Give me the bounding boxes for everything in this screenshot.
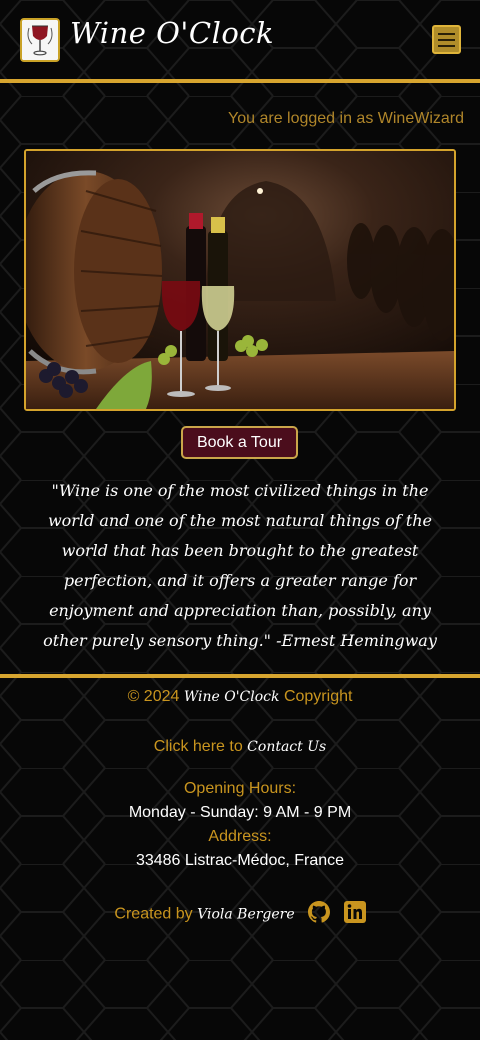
linkedin-link[interactable]	[343, 901, 366, 928]
book-tour-button[interactable]: Book a Tour	[181, 426, 298, 459]
wine-glass-logo-icon	[22, 20, 58, 60]
address-label: Address:	[208, 828, 272, 845]
copyright-prefix: © 2024	[127, 688, 180, 705]
footer-divider	[0, 674, 480, 678]
hemingway-quote: "Wine is one of the most civilized thing…	[43, 481, 437, 650]
contact-prefix-link[interactable]: Click here to	[154, 738, 243, 755]
credit-line: Created by Viola Bergere	[0, 900, 480, 929]
header-divider	[0, 79, 480, 83]
brand-title[interactable]: Wine O'Clock	[70, 16, 274, 50]
credit-name: Viola Bergere	[197, 906, 295, 923]
copyright-suffix: Copyright	[283, 688, 353, 705]
hours-value: Monday - Sunday: 9 AM - 9 PM	[128, 804, 352, 821]
copyright-brand: Wine O'Clock	[183, 689, 280, 705]
contact-us-link[interactable]: Contact Us	[247, 739, 326, 755]
github-link[interactable]	[307, 900, 331, 929]
site-header: Wine O'Clock	[0, 0, 480, 80]
hours-label: Opening Hours:	[183, 780, 297, 797]
login-status: You are logged in as WineWizard	[228, 110, 464, 127]
linkedin-icon	[343, 901, 366, 923]
menu-button[interactable]	[432, 25, 461, 54]
address-value: 33486 Listrac-Médoc, France	[135, 852, 345, 869]
contact-line: Click here to Contact Us	[0, 738, 480, 756]
github-icon	[308, 901, 331, 923]
credit-prefix: Created by	[114, 905, 193, 923]
logo[interactable]	[20, 18, 60, 62]
copyright-line: © 2024 Wine O'Clock Copyright	[0, 688, 480, 706]
hero-image	[24, 149, 456, 411]
wine-cellar-barrel-photo	[26, 151, 454, 409]
